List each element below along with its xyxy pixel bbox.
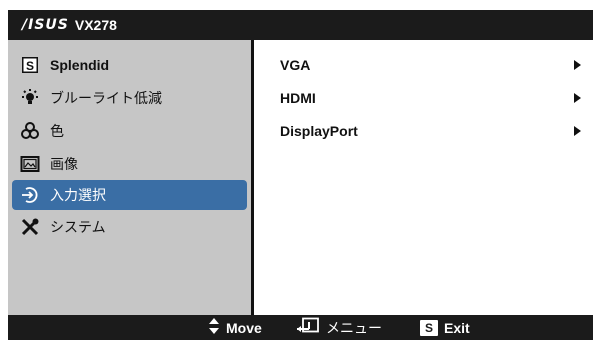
footer-bar: Move メニュー S Exit [8, 315, 593, 340]
sidebar-item-system[interactable]: システム [8, 210, 251, 243]
sidebar-item-label: 入力選択 [50, 187, 106, 203]
sidebar-item-input-select[interactable]: 入力選択 [12, 180, 247, 210]
move-label: Move [226, 319, 262, 336]
sidebar-item-image[interactable]: 画像 [8, 147, 251, 180]
sidebar-item-label: 画像 [50, 155, 78, 172]
model-name: VX278 [74, 17, 117, 33]
sidebar: S Splendid ブルーライト低減 色 画像 入力選択 システム [8, 40, 254, 315]
title-bar: /ISUS VX278 [8, 10, 593, 40]
sidebar-item-bluelight[interactable]: ブルーライト低減 [8, 81, 251, 114]
main-area: S Splendid ブルーライト低減 色 画像 入力選択 システム VGA H… [8, 40, 593, 315]
exit-key-icon: S [420, 319, 438, 336]
brand-logo: /ISUS [22, 17, 69, 33]
monitor-osd-menu: /ISUS VX278 S Splendid ブルーライト低減 色 画像 入力選… [0, 0, 604, 340]
option-hdmi[interactable]: HDMI [254, 81, 593, 114]
option-label: VGA [280, 56, 311, 73]
image-icon [20, 154, 40, 174]
sidebar-item-color[interactable]: 色 [8, 114, 251, 147]
option-displayport[interactable]: DisplayPort [254, 114, 593, 147]
input-select-icon [20, 185, 40, 205]
arrow-right-icon [574, 92, 581, 103]
option-label: HDMI [280, 89, 316, 106]
sidebar-item-label: システム [50, 218, 106, 235]
exit-hint: S Exit [420, 315, 470, 340]
arrow-right-icon [574, 59, 581, 70]
move-hint: Move [208, 315, 262, 340]
input-options-panel: VGA HDMI DisplayPort [254, 40, 593, 315]
tools-icon [20, 217, 40, 237]
menu-label: メニュー [326, 319, 382, 336]
color-icon [20, 121, 40, 141]
arrow-right-icon [574, 125, 581, 136]
up-down-arrows-icon [208, 316, 220, 339]
sidebar-item-splendid[interactable]: S Splendid [8, 48, 251, 81]
sidebar-item-label: Splendid [50, 56, 110, 73]
exit-label: Exit [444, 319, 470, 336]
svg-text:S: S [26, 59, 34, 73]
option-vga[interactable]: VGA [254, 48, 593, 81]
bluelight-icon [20, 88, 40, 108]
sidebar-item-label: ブルーライト低減 [50, 89, 162, 106]
splendid-s-icon: S [20, 55, 40, 75]
option-label: DisplayPort [280, 122, 358, 139]
enter-key-icon [296, 317, 320, 338]
sidebar-item-label: 色 [50, 122, 64, 139]
menu-hint: メニュー [296, 315, 382, 340]
